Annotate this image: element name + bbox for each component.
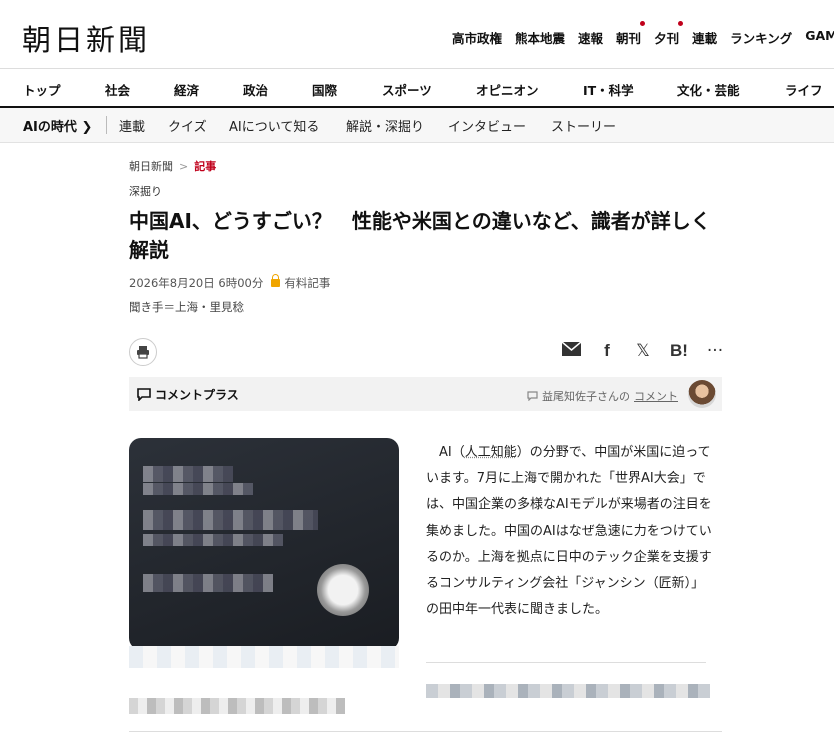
subnav-item[interactable]: AIについて知る — [229, 116, 319, 135]
article-label: 深掘り — [129, 185, 162, 198]
feature-link[interactable]: AIの時代 ❯ — [23, 116, 92, 135]
section-tab-top[interactable]: トップ — [23, 80, 61, 99]
commenter-link[interactable]: 益尾知佐子さんの コメント — [527, 388, 678, 404]
masthead: 朝日新聞 高市政権 熊本地震 速報 朝刊 夕刊 連載 ランキング GAM — [0, 0, 834, 70]
section-tab-it-science[interactable]: IT・科学 — [583, 80, 634, 99]
top-nav-item[interactable]: 連載 — [692, 28, 717, 47]
glossary-link[interactable]: 人工知能 — [465, 445, 517, 460]
top-nav-item[interactable]: 朝刊 — [616, 21, 646, 47]
chevron-right-icon: ❯ — [81, 120, 93, 135]
paid-badge: 有料記事 — [284, 276, 331, 290]
section-tab-culture[interactable]: 文化・芸能 — [677, 80, 740, 99]
facebook-icon[interactable]: f — [589, 341, 625, 361]
top-nav-item[interactable]: 高市政権 — [452, 28, 502, 47]
hatena-icon[interactable]: B! — [661, 341, 697, 361]
divider — [106, 116, 107, 134]
new-dot-icon — [640, 21, 646, 26]
blurred-text — [143, 510, 318, 530]
top-nav-item[interactable]: GAM — [805, 28, 834, 47]
avatar[interactable] — [688, 380, 716, 408]
blurred-text — [143, 483, 253, 495]
blurred-text — [143, 574, 273, 592]
article-lead: AI（人工知能）の分野で、中国が米国に迫っています。7月に上海で開かれた「世界A… — [426, 445, 712, 618]
feature-subnav: AIの時代 ❯ 連載 クイズ AIについて知る 解説・深掘り インタビュー スト… — [0, 108, 834, 143]
blurred-logo — [317, 564, 369, 616]
blurred-text — [143, 534, 283, 546]
blurred-text — [143, 466, 233, 482]
chevron-right-icon: > — [179, 160, 189, 173]
share-bar: f 𝕏 B! ··· — [553, 341, 733, 361]
subnav-item[interactable]: インタビュー — [448, 116, 526, 135]
hero-image[interactable] — [129, 438, 399, 650]
new-dot-icon — [678, 21, 684, 26]
divider — [426, 662, 706, 663]
divider — [0, 68, 834, 69]
publish-date: 2026年8月20日 6時00分 — [129, 276, 264, 290]
top-nav-item[interactable]: 夕刊 — [654, 21, 684, 47]
breadcrumb-current: 記事 — [194, 160, 217, 173]
comment-plus-link[interactable]: コメントプラス — [137, 386, 239, 403]
top-nav: 高市政権 熊本地震 速報 朝刊 夕刊 連載 ランキング GAM — [452, 21, 834, 47]
section-tab-life[interactable]: ライフ — [785, 80, 823, 99]
subnav-item[interactable]: クイズ — [168, 116, 207, 135]
print-button[interactable] — [129, 338, 157, 366]
subnav-item[interactable]: 解説・深掘り — [346, 116, 424, 135]
x-icon[interactable]: 𝕏 — [625, 341, 661, 361]
section-tab-economy[interactable]: 経済 — [174, 80, 199, 99]
image-decoration — [129, 646, 399, 668]
breadcrumb: 朝日新聞 > 記事 — [129, 158, 216, 174]
section-tab-international[interactable]: 国際 — [312, 80, 337, 99]
comment-plus-bar: コメントプラス 益尾知佐子さんの コメント — [129, 377, 722, 411]
subnav-item[interactable]: 連載 — [119, 116, 145, 135]
breadcrumb-home[interactable]: 朝日新聞 — [129, 160, 173, 173]
top-nav-item[interactable]: 熊本地震 — [515, 28, 565, 47]
comment-small-icon — [527, 391, 538, 401]
section-tab-society[interactable]: 社会 — [105, 80, 130, 99]
top-nav-item[interactable]: 速報 — [578, 28, 603, 47]
lock-icon — [271, 274, 281, 287]
printer-icon — [137, 346, 149, 359]
section-nav: トップ 社会 経済 政治 国際 スポーツ オピニオン IT・科学 文化・芸能 ラ… — [0, 70, 834, 106]
comment-icon — [137, 388, 151, 401]
blurred-text — [426, 684, 710, 698]
section-tab-politics[interactable]: 政治 — [243, 80, 268, 99]
divider — [129, 731, 722, 732]
site-logo[interactable]: 朝日新聞 — [22, 17, 150, 59]
mail-icon[interactable] — [553, 341, 589, 361]
more-icon[interactable]: ··· — [697, 341, 733, 361]
page-title: 中国AI、どうすごい？ 性能や米国との違いなど、識者が詳しく解説 — [129, 209, 711, 262]
subnav-item[interactable]: ストーリー — [551, 116, 616, 135]
section-tab-opinion[interactable]: オピニオン — [476, 80, 539, 99]
top-nav-item[interactable]: ランキング — [730, 28, 792, 47]
section-tab-sports[interactable]: スポーツ — [382, 80, 432, 99]
article-meta: 2026年8月20日 6時00分 有料記事 — [129, 274, 331, 291]
image-caption — [129, 698, 345, 714]
byline: 聞き手＝上海・里見稔 — [129, 300, 244, 314]
